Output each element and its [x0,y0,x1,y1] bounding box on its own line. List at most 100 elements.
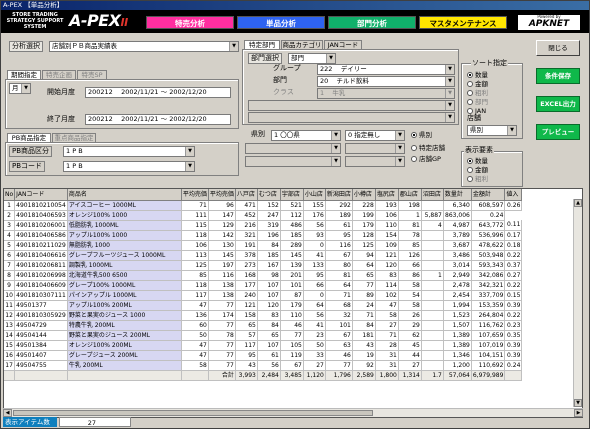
dept-subselect-2[interactable]: ▼ [248,112,455,123]
table-cell: 216 [235,220,258,231]
column-header[interactable]: むつ店 [257,189,281,201]
table-cell: 46 [280,320,304,331]
horizontal-scrollbar[interactable]: ◀ ▶ [3,408,583,417]
class-select[interactable]: 1 牛乳 ▼ [317,88,455,99]
region-subselect-1[interactable]: ▼ [245,143,341,154]
end-range: 2002/11/21 ～ 2002/12/20 [121,115,207,123]
display-qty-radio[interactable]: 数量 [467,157,488,165]
end-month-field[interactable]: 200212 2002/11/21 ～ 2002/12/20 [85,114,231,125]
region-subselect-4[interactable]: ▼ [345,156,405,167]
tab-dept-analysis[interactable]: 部門分析 [328,16,416,29]
table-cell: 289 [280,240,304,251]
column-header[interactable]: 数量計 [443,189,472,201]
column-header[interactable]: 平均売価 [208,189,236,201]
column-header[interactable]: No [4,189,16,201]
table-row[interactable]: 12 4901810305929 野菜と果実のジュース 1000 136 174 158 8… [4,310,523,321]
column-header[interactable]: 値入 [504,189,523,201]
total-row[interactable]: 合計 3,993 2,484 3,485 1,120 1,796 2,589 1,800 1,3… [4,370,523,381]
table-row[interactable]: 15 49501384 オレンジ100% 200ML 47 77 117 107 105 50 6… [4,340,523,351]
tab-sale-plan[interactable]: 特売企画 [42,70,76,79]
tab-item-analysis[interactable]: 単品分析 [237,16,325,29]
tab-jan-code[interactable]: JANコード [324,40,362,49]
column-header[interactable]: 小樽店 [352,189,376,201]
column-header[interactable]: 商品名 [67,189,182,201]
table-cell: 47 [181,340,209,351]
sort-dept-radio[interactable]: 部門 [467,98,488,106]
table-row[interactable]: 7 4901810206811 調製乳 1000ML 125 197 273 167 139… [4,260,523,271]
scroll-left-icon[interactable]: ◀ [3,409,12,417]
column-header[interactable]: 塩尻店 [375,189,399,201]
period-unit-select[interactable]: 月 ▼ [9,83,31,94]
column-header[interactable]: 小山店 [303,189,326,201]
pb-kind-select[interactable]: 1 P B ▼ [63,146,195,157]
column-header[interactable]: 宇部店 [280,189,304,201]
table-row[interactable]: 14 49504144 野菜と果実のジュース 200ML 50 78 57 65 77 23 67… [4,330,523,341]
status-bar: 表示アイテム数 27 [3,417,131,427]
chevron-down-icon: ▼ [331,131,340,140]
radio-specific-store[interactable]: 特定店舗 [411,144,445,152]
scroll-right-icon[interactable]: ▶ [574,409,583,417]
table-row[interactable]: 17 49504755 牛乳 200ML 58 77 43 56 67 27 77 92 31 27 1… [4,360,523,371]
analysis-select[interactable]: 店舗別ＰＢ商品実績表 ▼ [49,41,239,52]
table-row[interactable]: 8 4901810206998 北海道牛乳500 6500 85 116 168 98 201… [4,270,523,281]
table-row[interactable]: 10 4901810307111 パインアップル 1000ML 117 138 240 1… [4,290,523,301]
table-row[interactable]: 1 4901810210054 アイスコーヒー 1000ML 71 96 471 152 52… [4,200,523,211]
tab-core-item[interactable]: 重点商品指定 [52,133,96,142]
display-amount-radio[interactable]: 金額 [467,166,488,174]
tab-period[interactable]: 期間指定 [7,70,41,79]
tab-sale-analysis[interactable]: 特売分析 [146,16,234,29]
sort-profit-radio[interactable]: 粗利 [467,89,488,97]
excel-export-button[interactable]: EXCEL出力 [536,96,580,112]
sort-store-label: 店舗 [467,114,481,122]
table-row[interactable]: 13 49504729 特農牛乳 200ML 60 77 65 84 46 41 101 84 27 2… [4,320,523,331]
column-header[interactable]: 八戸店 [235,189,258,201]
table-row[interactable]: 16 49501407 グレープジュース 200ML 47 77 95 61 119 33 46 1… [4,350,523,361]
pref-select[interactable]: 1 〇〇県 ▼ [271,130,341,141]
region-subselect-2[interactable]: ▼ [345,143,405,154]
table-row[interactable]: 9 4901810406609 グレープ100% 1000ML 118 138 177 10… [4,280,523,291]
column-header[interactable]: 新潟田店 [325,189,353,201]
table-row[interactable]: 4 4901810406586 アップル100% 1000 118 142 321 196 1… [4,230,523,241]
table-row[interactable]: 2 4901810406593 オレンジ100% 1000 111 147 452 247 1… [4,210,522,221]
table-cell: 66 [398,260,422,271]
table-row[interactable]: 11 49501377 アップル100% 200ML 47 77 121 120 179 64 6… [4,300,523,311]
region-subselect-3[interactable]: ▼ [245,156,341,167]
save-conditions-button[interactable]: 条件保存 [536,68,580,84]
radio-store-group[interactable]: 店舗GP [411,155,441,163]
sort-amount-radio[interactable]: 金額 [467,80,488,88]
table-cell: 牛乳 200ML [67,360,182,371]
table-row[interactable]: 5 4901810211029 無脂肪乳 1000 106 130 191 84 289 0 1… [4,240,523,251]
tab-pb-item[interactable]: PB商品指定 [7,133,51,142]
table-row[interactable]: 3 4901810206001 低脂肪乳 1000ML 115 129 216 319 48… [4,220,523,231]
tab-specific-dept[interactable]: 特定部門 [244,40,280,49]
sort-store-select[interactable]: 県別 ▼ [467,125,517,136]
column-header[interactable]: 平均売価 [181,189,209,201]
tab-sale-sp[interactable]: 特売SP [77,70,107,79]
table-row[interactable]: 6 4901810406616 グレープフルーツジュース 1000ML 113 145 3… [4,250,523,261]
sort-qty-radio[interactable]: 数量 [467,71,488,79]
column-header[interactable]: 郡山店 [398,189,422,201]
scroll-thumb[interactable] [13,410,373,416]
tab-master-maintenance[interactable]: マスタメンテナンス [419,16,507,29]
radio-pref[interactable]: 県別 [411,131,432,139]
display-profit-radio[interactable]: 粗利 [467,175,488,183]
column-header[interactable]: 金額計 [471,189,506,201]
tab-category[interactable]: 商品カテゴリ [281,40,323,49]
dept-subselect-1[interactable]: ▼ [248,100,455,111]
group-select[interactable]: 222 デイリー ▼ [317,64,455,75]
table-cell: 536,996 [471,230,506,241]
store-select[interactable]: 0 指定無し ▼ [345,130,405,141]
preview-button[interactable]: プレビュー [536,124,580,140]
column-header[interactable]: JANコード [14,189,68,201]
table-cell: 126 [398,250,422,261]
dept-select-value: 部門 [291,54,304,62]
scroll-up-icon[interactable]: ▲ [574,199,582,207]
pb-code-select[interactable]: 1 P B ▼ [63,161,195,172]
dept-code-select[interactable]: 20 チルド飲料 ▼ [317,76,455,87]
results-grid[interactable]: No JANコード 商品名 平均売価 平均売価 八戸店 むつ店 宇部店 小山店 新潟田店 小樽店 塩尻… [3,188,583,418]
close-button[interactable]: 閉じる [536,40,580,56]
column-header[interactable]: 沼田店 [421,189,444,201]
scroll-down-icon[interactable]: ▼ [574,399,582,407]
start-month-field[interactable]: 200212 2002/11/21 ～ 2002/12/20 [85,87,231,98]
vertical-scrollbar[interactable]: ▲ ▼ [573,199,582,407]
